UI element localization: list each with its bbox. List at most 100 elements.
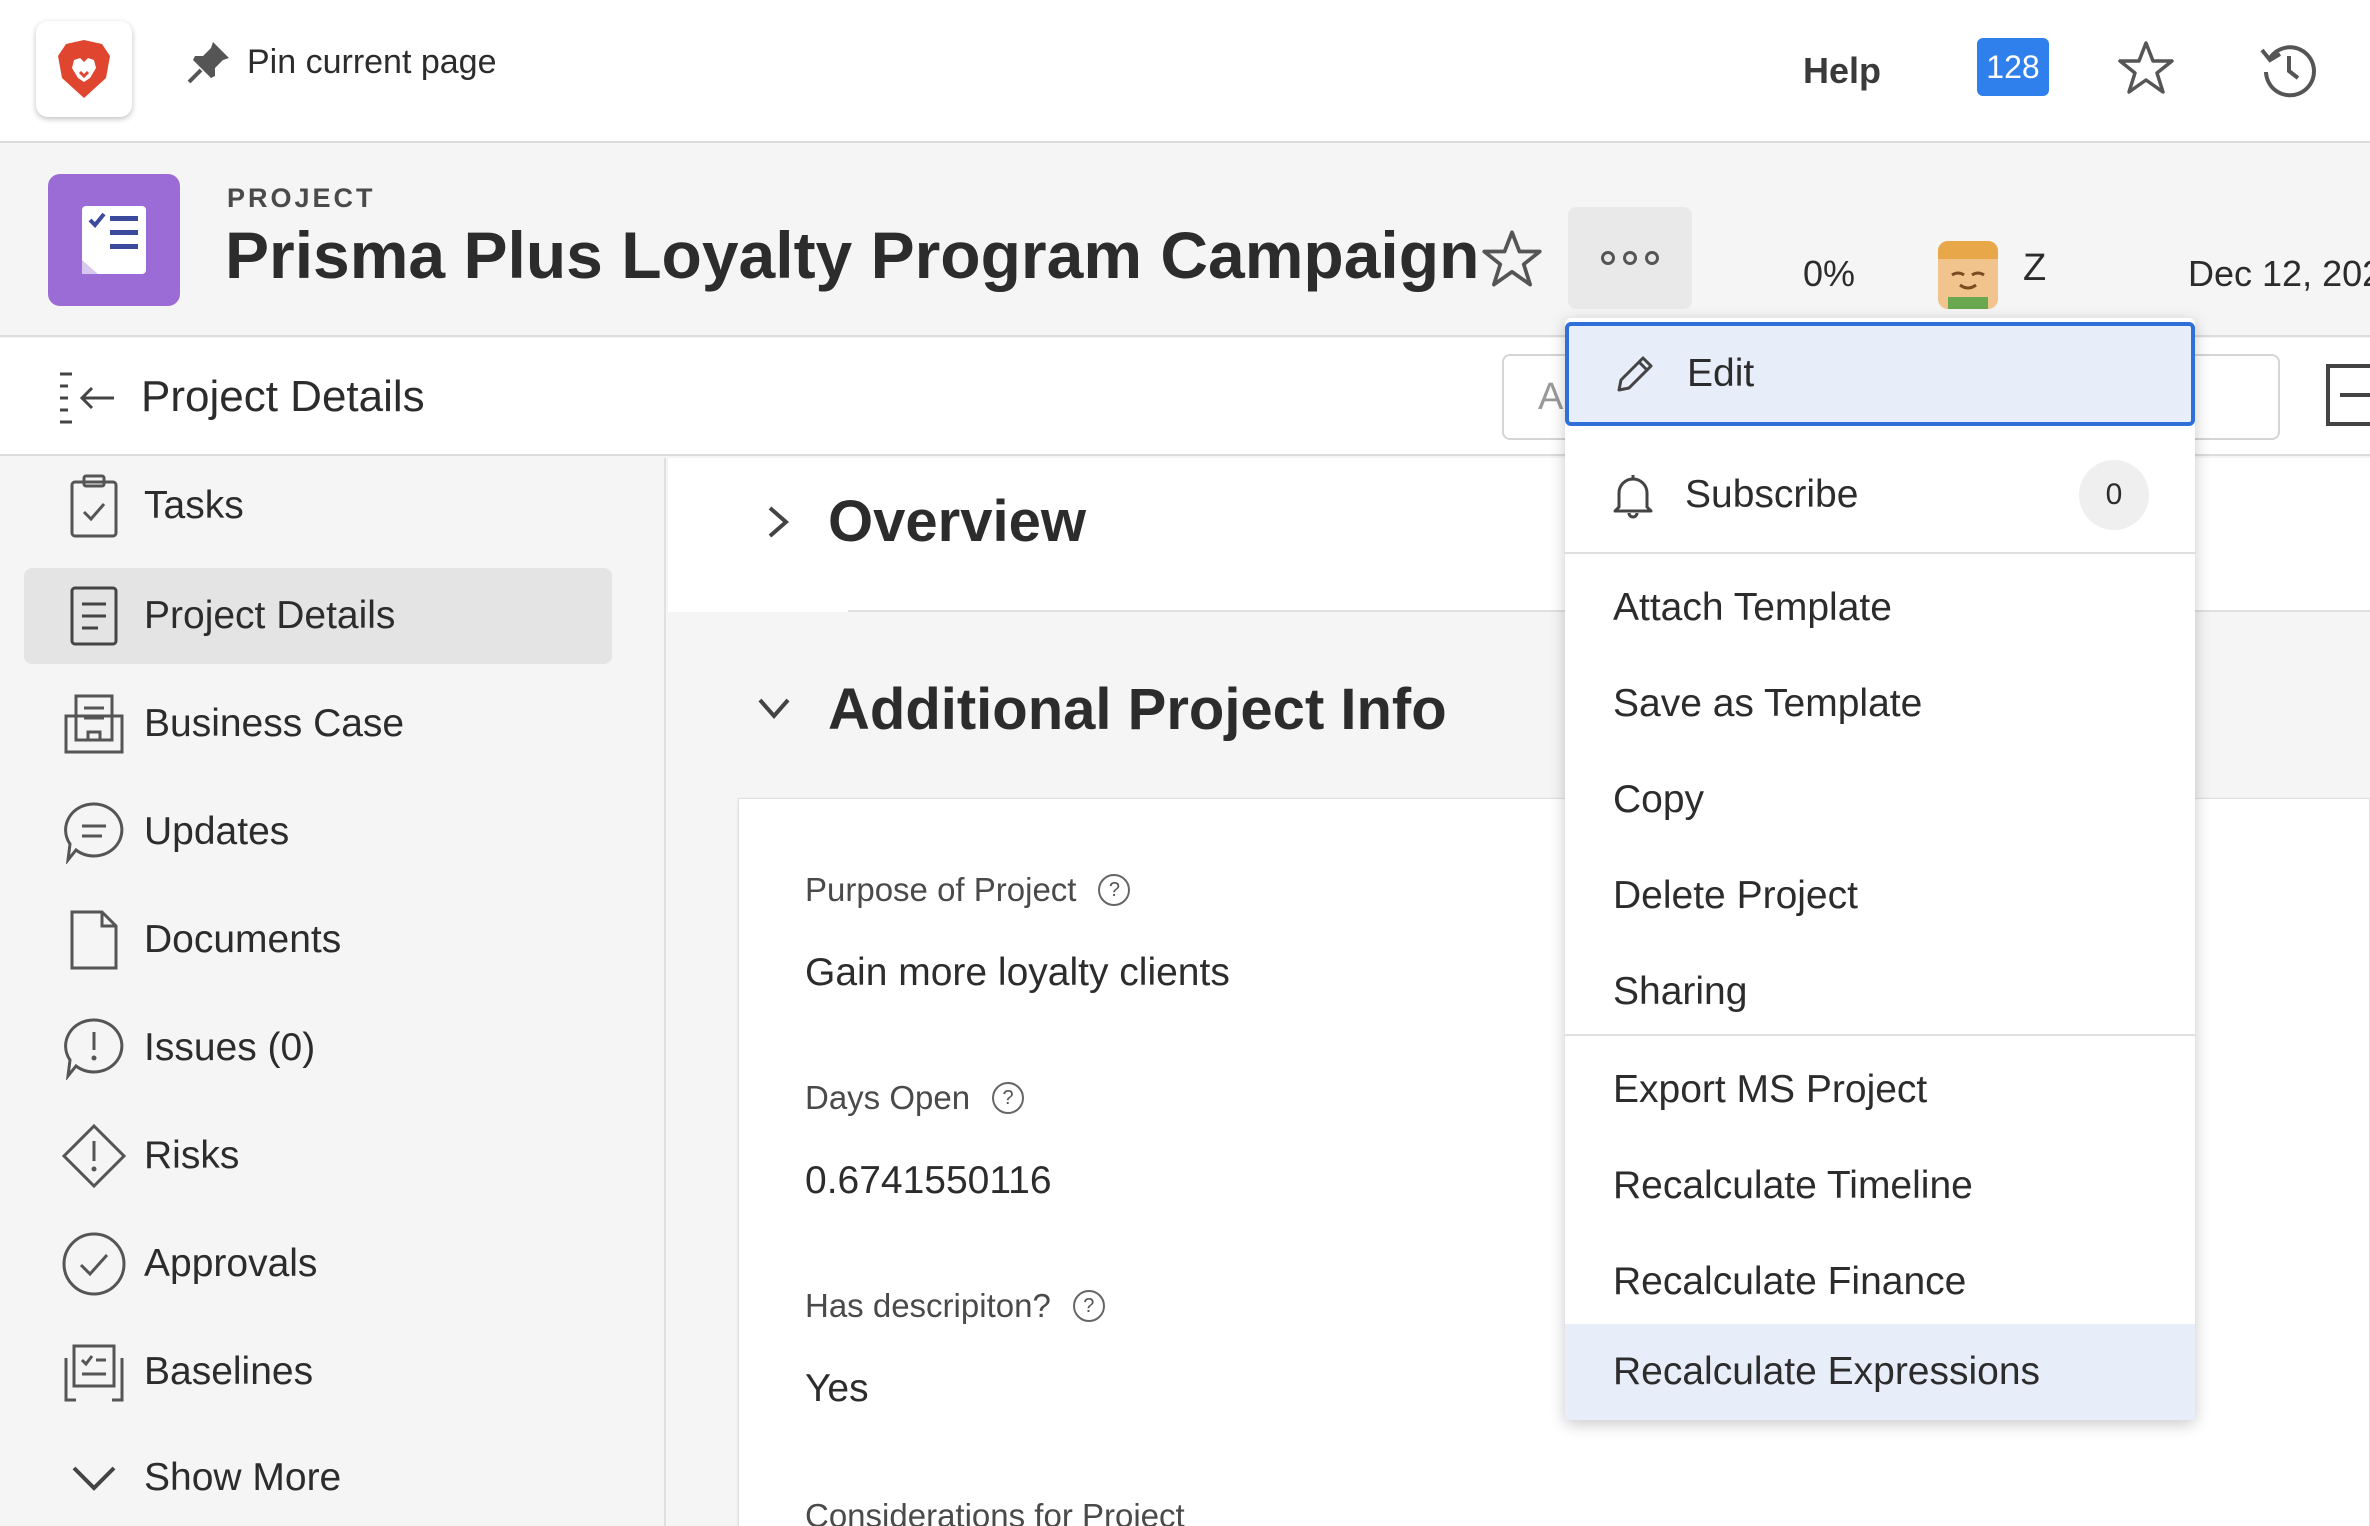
notification-badge[interactable]: 128 bbox=[1977, 38, 2049, 96]
document-icon bbox=[52, 908, 136, 972]
sidebar-item-tasks[interactable]: Tasks bbox=[24, 458, 612, 554]
brave-logo-button[interactable] bbox=[36, 21, 132, 117]
days-open-label: Days Open bbox=[805, 1079, 971, 1116]
lion-logo-icon bbox=[58, 40, 110, 98]
bell-icon bbox=[1613, 475, 1653, 519]
help-circle-icon[interactable]: ? bbox=[1072, 1290, 1105, 1322]
menu-item-label: Attach Template bbox=[1613, 586, 1892, 629]
menu-item-sharing[interactable]: Sharing bbox=[1565, 944, 2195, 1040]
project-type-label: PROJECT bbox=[227, 183, 376, 213]
baseline-icon bbox=[52, 1340, 136, 1404]
help-link[interactable]: Help bbox=[1803, 50, 1881, 92]
risk-diamond-icon bbox=[52, 1123, 136, 1189]
menu-item-save-as-template[interactable]: Save as Template bbox=[1565, 656, 2195, 752]
sidebar-item-baselines[interactable]: Baselines bbox=[24, 1324, 612, 1420]
sidebar-item-business-case[interactable]: Business Case bbox=[24, 676, 612, 772]
project-header: PROJECT Prisma Plus Loyalty Program Camp… bbox=[0, 145, 2370, 337]
collapse-left-icon bbox=[60, 372, 114, 424]
menu-item-subscribe[interactable]: Subscribe 0 bbox=[1565, 440, 2195, 550]
menu-item-label: Save as Template bbox=[1613, 682, 1923, 725]
considerations-label: Considerations for Project bbox=[805, 1497, 1185, 1526]
sidebar-item-label: Issues (0) bbox=[144, 1026, 316, 1069]
page-title: Prisma Plus Loyalty Program Campaign bbox=[225, 218, 1480, 292]
favorites-button[interactable] bbox=[2116, 38, 2176, 103]
ellipsis-dot bbox=[1645, 251, 1659, 265]
owner-initial: Z bbox=[2023, 247, 2047, 289]
pushpin-icon bbox=[187, 42, 229, 84]
menu-item-edit[interactable]: Edit bbox=[1565, 322, 2195, 426]
search-placeholder: A bbox=[1538, 376, 1564, 418]
document-lines-icon bbox=[52, 584, 136, 648]
sidebar-item-label: Documents bbox=[144, 918, 342, 961]
sidebar-item-label: Updates bbox=[144, 810, 290, 853]
sidebar-item-label: Show More bbox=[144, 1456, 342, 1499]
menu-item-delete-project[interactable]: Delete Project bbox=[1565, 848, 2195, 944]
panel-toggle-icon bbox=[2326, 364, 2370, 426]
additional-info-title: Additional Project Info bbox=[828, 677, 1447, 742]
sidebar-item-documents[interactable]: Documents bbox=[24, 892, 612, 988]
ellipsis-dot bbox=[1623, 251, 1637, 265]
sidebar-item-label: Project Details bbox=[144, 594, 396, 637]
sidebar-item-updates[interactable]: Updates bbox=[24, 784, 612, 880]
pin-current-page-button[interactable]: Pin current page bbox=[185, 38, 497, 86]
field-label: Days Open ? bbox=[805, 1079, 1025, 1117]
top-bar: Pin current page Help 128 bbox=[0, 0, 2370, 143]
collapse-sidebar-button[interactable] bbox=[56, 368, 120, 433]
more-options-button[interactable] bbox=[1568, 207, 1692, 309]
recents-button[interactable] bbox=[2258, 38, 2320, 105]
sidebar-item-label: Tasks bbox=[144, 484, 244, 527]
project-icon bbox=[48, 174, 180, 306]
menu-item-copy[interactable]: Copy bbox=[1565, 752, 2195, 848]
avatar[interactable] bbox=[1938, 241, 1998, 309]
star-icon bbox=[2118, 41, 2174, 94]
menu-item-label: Recalculate Finance bbox=[1613, 1260, 1967, 1303]
expand-overview-button[interactable] bbox=[760, 500, 796, 549]
sidebar-show-more[interactable]: Show More bbox=[24, 1430, 612, 1526]
history-icon bbox=[2260, 45, 2316, 98]
favorite-project-button[interactable] bbox=[1480, 227, 1544, 296]
menu-item-recalculate-expressions[interactable]: Recalculate Expressions bbox=[1565, 1324, 2195, 1420]
menu-item-export-ms-project[interactable]: Export MS Project bbox=[1565, 1042, 2195, 1138]
purpose-value: Gain more loyalty clients bbox=[805, 951, 1230, 994]
field-label: Considerations for Project bbox=[805, 1497, 1185, 1526]
chevron-right-icon bbox=[768, 506, 790, 538]
sidebar-item-label: Business Case bbox=[144, 702, 405, 745]
chat-bubble-icon bbox=[52, 800, 136, 864]
star-icon bbox=[1482, 230, 1542, 287]
sidebar-item-risks[interactable]: Risks bbox=[24, 1108, 612, 1204]
menu-item-label: Recalculate Timeline bbox=[1613, 1164, 1973, 1207]
sidebar-item-project-details[interactable]: Project Details bbox=[24, 568, 612, 664]
menu-item-label: Subscribe bbox=[1685, 473, 1859, 516]
menu-item-recalculate-timeline[interactable]: Recalculate Timeline bbox=[1565, 1138, 2195, 1234]
field-label: Has descripiton? ? bbox=[805, 1287, 1105, 1325]
menu-item-label: Edit bbox=[1687, 352, 1755, 395]
menu-item-label: Sharing bbox=[1613, 970, 1748, 1013]
sidebar-item-label: Approvals bbox=[144, 1242, 318, 1285]
chevron-down-icon bbox=[52, 1458, 136, 1498]
menu-item-label: Delete Project bbox=[1613, 874, 1858, 917]
sidebar-item-issues[interactable]: Issues (0) bbox=[24, 1000, 612, 1096]
menu-item-attach-template[interactable]: Attach Template bbox=[1565, 560, 2195, 656]
help-circle-icon[interactable]: ? bbox=[992, 1082, 1025, 1114]
percent-complete: 0% bbox=[1803, 253, 1856, 294]
menu-item-label: Copy bbox=[1613, 778, 1705, 821]
menu-item-recalculate-finance[interactable]: Recalculate Finance bbox=[1565, 1234, 2195, 1330]
section-heading: Project Details bbox=[141, 372, 425, 421]
menu-divider bbox=[1565, 1034, 2195, 1036]
collapse-additional-info-button[interactable] bbox=[752, 690, 796, 731]
check-circle-icon bbox=[52, 1231, 136, 1297]
has-description-label: Has descripiton? bbox=[805, 1287, 1051, 1324]
business-case-icon bbox=[52, 692, 136, 756]
sidebar-item-approvals[interactable]: Approvals bbox=[24, 1216, 612, 1312]
avatar-image bbox=[1938, 241, 1998, 309]
subscriber-count-badge: 0 bbox=[2079, 460, 2149, 530]
issue-bubble-icon bbox=[52, 1016, 136, 1080]
pin-label: Pin current page bbox=[247, 42, 497, 81]
sidebar-item-label: Risks bbox=[144, 1134, 240, 1177]
side-panel-button[interactable] bbox=[2322, 362, 2370, 433]
due-date: Dec 12, 202 bbox=[2188, 253, 2370, 294]
purpose-label: Purpose of Project bbox=[805, 871, 1077, 908]
menu-item-label: Export MS Project bbox=[1613, 1068, 1928, 1111]
help-circle-icon[interactable]: ? bbox=[1098, 874, 1131, 906]
menu-item-label: Recalculate Expressions bbox=[1613, 1350, 2041, 1393]
